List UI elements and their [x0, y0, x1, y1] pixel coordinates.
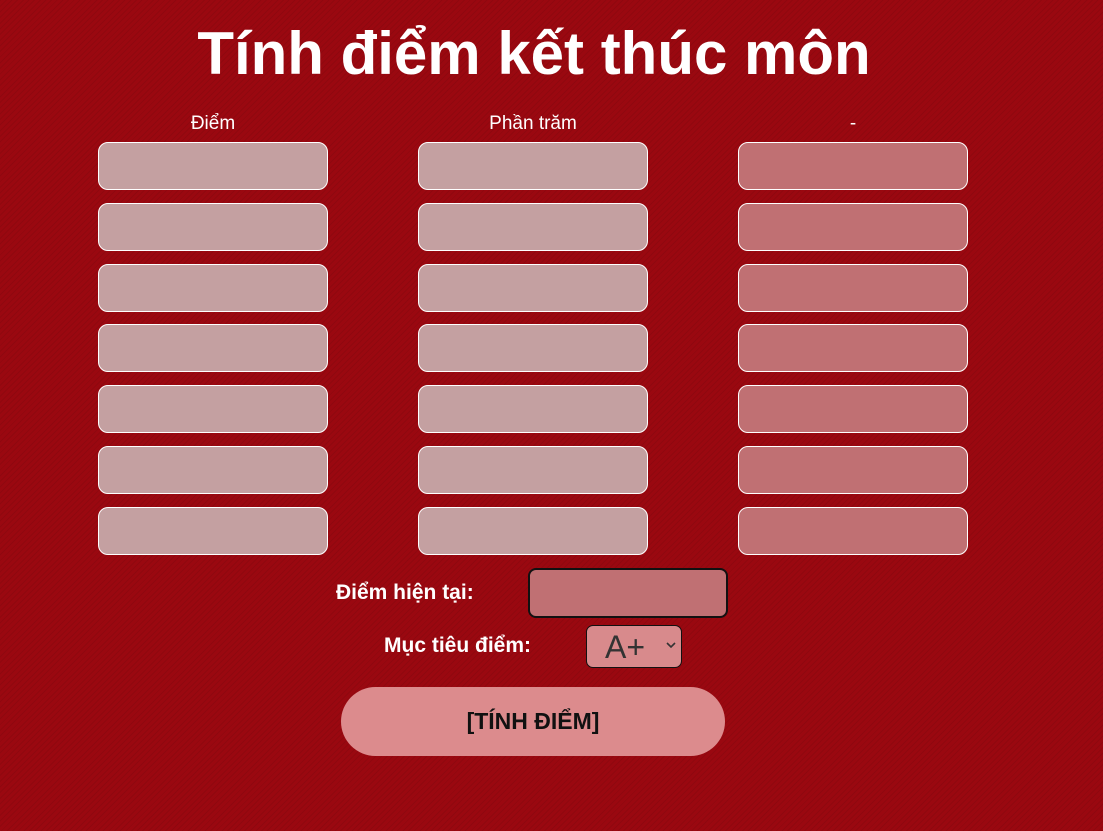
third-column-input[interactable] [738, 142, 968, 190]
current-score-label: Điểm hiện tại: [336, 581, 474, 604]
score-column-header: Điểm [190, 113, 236, 134]
percent-input[interactable] [418, 142, 648, 190]
target-score-value: A+ [605, 629, 646, 665]
third-column-input[interactable] [738, 202, 968, 251]
calculate-button[interactable]: [TÍNH ĐIỂM] [341, 687, 725, 756]
third-column-input[interactable] [738, 263, 968, 312]
current-score-field[interactable] [528, 568, 728, 618]
percent-column [418, 142, 648, 568]
third-column [738, 142, 968, 568]
score-input[interactable] [98, 142, 328, 190]
percent-input[interactable] [418, 445, 648, 494]
score-input[interactable] [98, 202, 328, 251]
page-title: Tính điểm kết thúc môn [197, 20, 871, 87]
percent-input[interactable] [418, 202, 648, 251]
third-column-input[interactable] [738, 506, 968, 555]
third-column-input[interactable] [738, 324, 968, 373]
score-column [98, 142, 328, 568]
target-score-select[interactable]: A+ [586, 625, 682, 668]
score-input[interactable] [98, 263, 328, 312]
score-input[interactable] [98, 324, 328, 373]
third-column-input[interactable] [738, 385, 968, 434]
percent-column-header: Phần trăm [489, 113, 577, 134]
score-input[interactable] [98, 445, 328, 494]
percent-input[interactable] [418, 385, 648, 434]
percent-input[interactable] [418, 324, 648, 373]
target-score-label: Mục tiêu điểm: [384, 634, 532, 657]
third-column-input[interactable] [738, 445, 968, 494]
chevron-down-icon [666, 642, 676, 649]
percent-input[interactable] [418, 263, 648, 312]
third-column-header: - [849, 113, 857, 134]
score-input[interactable] [98, 506, 328, 555]
score-input[interactable] [98, 385, 328, 434]
percent-input[interactable] [418, 506, 648, 555]
